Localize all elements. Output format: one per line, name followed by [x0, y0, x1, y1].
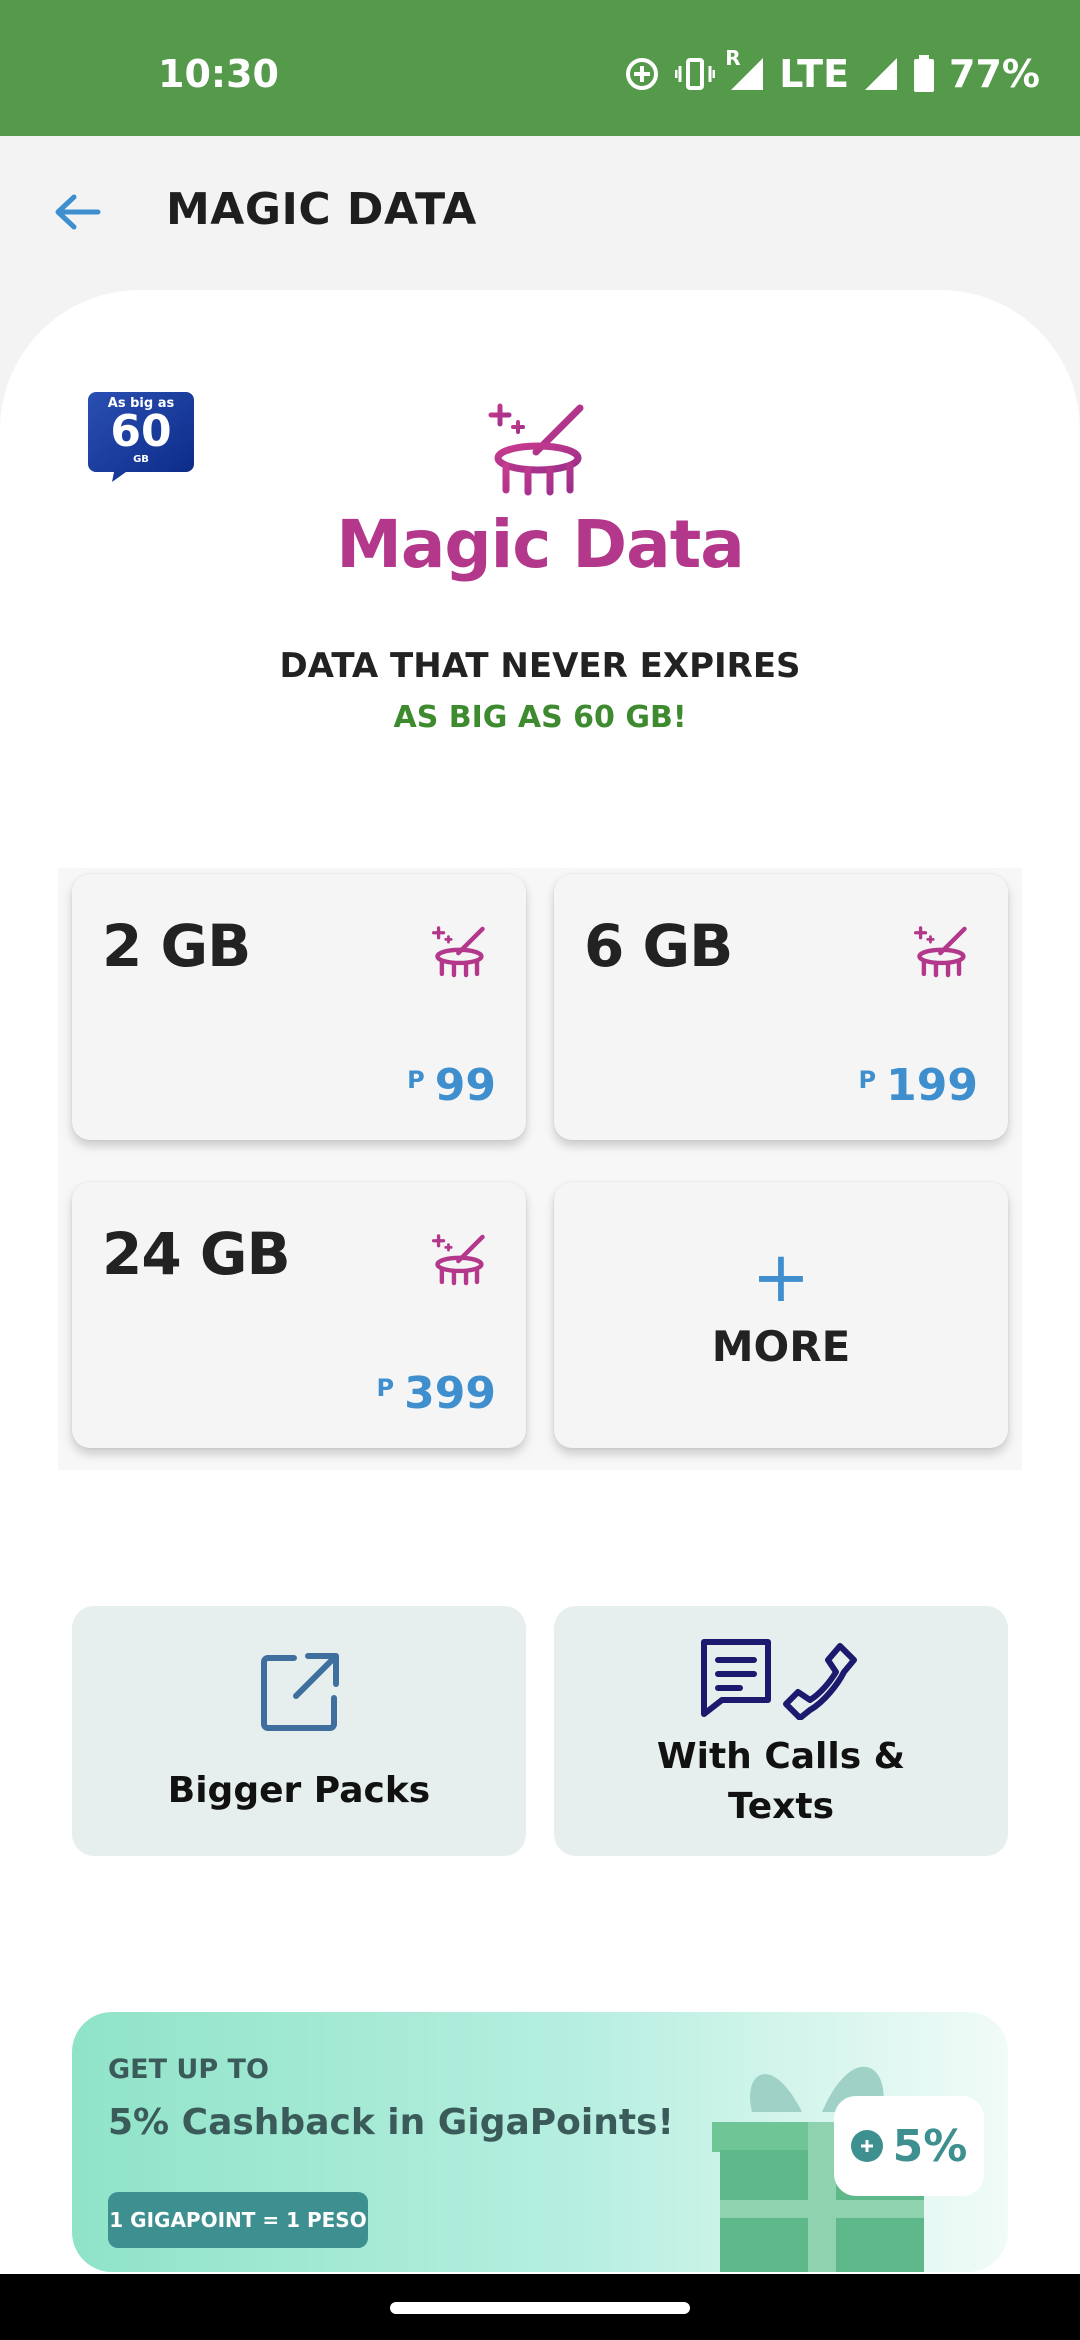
- offer-amount: 199: [886, 1060, 978, 1111]
- promo-badge: As big as 60 GB: [86, 388, 196, 484]
- offer-price: P 99: [407, 1064, 496, 1108]
- home-indicator[interactable]: [390, 2302, 690, 2314]
- brand-name: Magic Data: [336, 506, 745, 583]
- offer-card-6gb[interactable]: 6 GB P 199: [554, 874, 1008, 1140]
- offer-size: 6 GB: [584, 912, 733, 980]
- network-type: LTE: [779, 52, 850, 96]
- plus-circle-icon: [850, 2130, 883, 2162]
- magic-wand-hat-icon: [914, 926, 967, 978]
- app-bar: MAGIC DATA: [0, 136, 1080, 286]
- badge-number: 60: [110, 406, 172, 457]
- magic-wand-hat-icon: [432, 926, 485, 978]
- vibrate-icon: [675, 57, 716, 91]
- back-button[interactable]: [52, 192, 102, 232]
- message-phone-icon: [701, 1639, 857, 1720]
- tagline: DATA THAT NEVER EXPIRES: [279, 646, 801, 686]
- offer-price: P 199: [859, 1064, 978, 1108]
- calls-texts-button[interactable]: With Calls & Texts: [554, 1606, 1008, 1856]
- page-title: MAGIC DATA: [166, 184, 477, 235]
- magic-wand-hat-icon: [432, 1234, 485, 1286]
- offer-currency: P: [858, 1066, 877, 1094]
- cashback-percent: 5%: [892, 2120, 968, 2172]
- cashback-percent-badge: 5%: [834, 2096, 984, 2196]
- bigger-packs-label: Bigger Packs: [167, 1770, 431, 1811]
- status-indicators: R LTE 77%: [623, 46, 1040, 96]
- offer-amount: 99: [434, 1060, 496, 1111]
- calls-texts-label-line2: Texts: [727, 1786, 835, 1827]
- status-bar: 10:30 R LTE 77%: [0, 0, 1080, 136]
- badge-unit: GB: [133, 454, 149, 465]
- offer-card-24gb[interactable]: 24 GB P 399: [72, 1182, 526, 1448]
- offer-size: 24 GB: [102, 1220, 291, 1288]
- cashback-banner[interactable]: GET UP TO 5% Cashback in GigaPoints! 1 G…: [72, 2012, 1008, 2272]
- offer-amount: 399: [404, 1368, 496, 1419]
- battery-icon: [913, 55, 935, 93]
- data-saver-icon: [623, 55, 661, 93]
- cashback-eyebrow: GET UP TO: [108, 2054, 269, 2085]
- bigger-packs-button[interactable]: Bigger Packs: [72, 1606, 526, 1856]
- offer-currency: P: [376, 1374, 395, 1402]
- plus-icon: +: [751, 1236, 811, 1318]
- subtagline: AS BIG AS 60 GB!: [393, 700, 687, 735]
- signal-icon-2: [865, 58, 898, 90]
- offer-currency: P: [407, 1066, 425, 1094]
- roaming-indicator: R: [725, 46, 741, 70]
- external-link-icon: [261, 1653, 339, 1731]
- offer-card-2gb[interactable]: 2 GB P 99: [72, 874, 526, 1140]
- offer-size: 2 GB: [102, 912, 251, 980]
- offer-price: P 399: [377, 1372, 496, 1416]
- magic-wand-hat-icon: [488, 400, 590, 500]
- gigapoint-chip: 1 GIGAPOINT = 1 PESO: [108, 2192, 368, 2248]
- battery-percent: 77%: [949, 52, 1040, 96]
- more-label: MORE: [711, 1322, 851, 1371]
- calls-texts-label-line1: With Calls &: [656, 1736, 906, 1777]
- arrow-left-icon: [55, 194, 101, 230]
- signal-roaming: R: [725, 46, 765, 92]
- cashback-title: 5% Cashback in GigaPoints!: [108, 2102, 674, 2143]
- more-offers-button[interactable]: + MORE: [554, 1182, 1008, 1448]
- status-time: 10:30: [158, 52, 279, 96]
